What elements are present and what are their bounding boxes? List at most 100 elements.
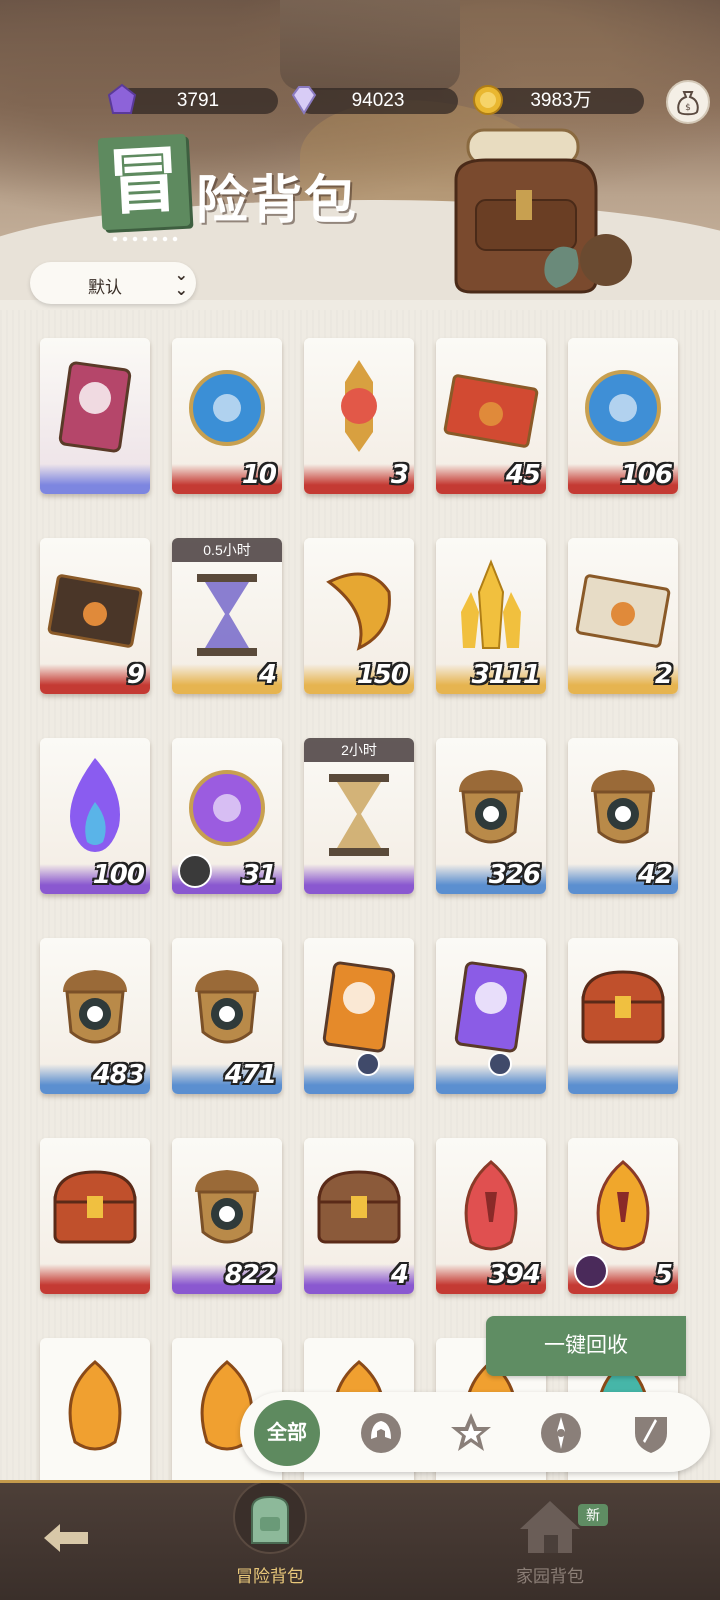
item-card-red-rune-gem[interactable]: 394 [436, 1138, 546, 1294]
item-count: 100 [92, 860, 145, 890]
helmet-filter-icon[interactable] [352, 1404, 410, 1462]
item-count: 394 [488, 1260, 541, 1290]
back-arrow-icon[interactable] [36, 1513, 96, 1563]
item-card-purple-trident-orb[interactable]: 31 [172, 738, 282, 894]
card-wave [40, 464, 150, 494]
acorn-diamond-icon [195, 1170, 259, 1244]
double-chevron-down-icon: ⌄ ⌄ [174, 267, 188, 299]
item-card-purple-helmet-ticket[interactable] [436, 938, 546, 1094]
item-card-gold-crystal[interactable]: 3111 [436, 538, 546, 694]
svg-text:$: $ [685, 103, 691, 113]
purple-crystal-icon [104, 82, 140, 118]
red-gem-medallion-icon [341, 360, 377, 452]
background-hut [280, 0, 460, 90]
sword-shield-filter-icon[interactable] [622, 1404, 680, 1462]
tab-home-bag[interactable]: 家园背包 [470, 1483, 630, 1600]
item-count: 9 [126, 660, 145, 690]
blue-orb-icon [189, 370, 265, 446]
item-card-acorn-diamond[interactable]: 822 [172, 1138, 282, 1294]
item-card-red-gem-medallion[interactable]: 3 [304, 338, 414, 494]
red-treasure-chest-2-icon [53, 1170, 137, 1244]
item-card-orange-helmet-ticket[interactable] [304, 938, 414, 1094]
item-card-ticket[interactable] [40, 338, 150, 494]
diamond-counter: 94023 [298, 88, 458, 114]
sort-label: 默认 [88, 278, 122, 297]
compass-filter-icon[interactable] [532, 1404, 590, 1462]
red-envelope-icon [443, 374, 539, 448]
item-card-dark-envelope[interactable]: 9 [40, 538, 150, 694]
item-count: 822 [224, 1260, 277, 1290]
red-treasure-chest-icon [581, 970, 665, 1044]
acorn-eye-icon [459, 770, 523, 844]
item-count: 10 [241, 460, 277, 490]
purple-trident-orb-icon [189, 770, 265, 846]
item-count: 4 [390, 1260, 409, 1290]
item-card-white-envelope[interactable]: 2 [568, 538, 678, 694]
title-badge: 冒 [97, 133, 191, 231]
item-card-red-treasure-chest[interactable] [568, 938, 678, 1094]
compass-icon [356, 1052, 380, 1076]
item-card-acorn-leaf[interactable]: 483 [40, 938, 150, 1094]
item-card-wooden-chest[interactable]: 4 [304, 1138, 414, 1294]
item-count: 45 [505, 460, 541, 490]
item-card-hourglass-purple[interactable]: 0.5小时 4 [172, 538, 282, 694]
item-card-red-treasure-chest-2[interactable] [40, 1138, 150, 1294]
diamond-value: 94023 [351, 90, 405, 111]
money-bag-icon[interactable]: $ [666, 80, 710, 124]
golden-croissant-icon [326, 572, 391, 651]
item-card-purple-flame[interactable]: 100 [40, 738, 150, 894]
item-count: 150 [356, 660, 409, 690]
orange-rune-1-icon [68, 1360, 122, 1451]
white-envelope-icon [575, 574, 671, 648]
item-count: 106 [620, 460, 673, 490]
puzzle-icon [178, 854, 212, 888]
card-wave [568, 1064, 678, 1094]
wooden-chest-icon [317, 1170, 401, 1244]
acorn-target-icon [591, 770, 655, 844]
recycle-button[interactable]: 一键回收 [486, 1316, 686, 1376]
backpack-illustration [446, 120, 646, 300]
star-badge-filter-icon[interactable] [442, 1404, 500, 1462]
item-count: 3 [390, 460, 409, 490]
title-first-char: 冒 [105, 140, 183, 224]
gold-crystal-icon [461, 559, 521, 649]
bottom-nav: 冒险背包 家园背包 [0, 1480, 720, 1600]
filter-all-button[interactable]: 全部 [254, 1400, 320, 1466]
acorn-star-icon [195, 970, 259, 1044]
tab-adventure-label: 冒险背包 [236, 1567, 304, 1586]
acorn-leaf-icon [63, 970, 127, 1044]
avatar [574, 1254, 608, 1288]
card-wave [304, 864, 414, 894]
dark-envelope-icon [47, 574, 143, 648]
item-count: 4 [258, 660, 277, 690]
tab-adventure-bag[interactable]: 冒险背包 [190, 1483, 350, 1600]
item-card-acorn-target[interactable]: 42 [568, 738, 678, 894]
blue-star-orb-icon [585, 370, 661, 446]
hourglass-gold-icon [329, 774, 389, 856]
purple-flame-icon [70, 758, 120, 852]
item-count: 326 [488, 860, 541, 890]
item-count: 2 [654, 660, 673, 690]
item-card-golden-croissant[interactable]: 150 [304, 538, 414, 694]
item-count: 3111 [471, 660, 541, 690]
tab-home-label: 家园背包 [516, 1567, 584, 1586]
item-card-blue-star-orb[interactable]: 106 [568, 338, 678, 494]
compass-icon [488, 1052, 512, 1076]
item-card-acorn-star[interactable]: 471 [172, 938, 282, 1094]
hourglass-purple-icon [197, 574, 257, 656]
item-timer: 0.5小时 [172, 538, 282, 562]
gold-coin-value: 3983万 [530, 90, 592, 111]
adventure-bag-icon [233, 1483, 307, 1554]
item-card-hourglass-gold[interactable]: 2小时 [304, 738, 414, 894]
item-card-red-envelope[interactable]: 45 [436, 338, 546, 494]
item-count: 483 [92, 1060, 145, 1090]
diamond-icon [286, 82, 322, 118]
item-card-orange-rune-1[interactable] [40, 1338, 150, 1480]
item-timer: 2小时 [304, 738, 414, 762]
sort-dropdown[interactable]: 默认 ⌄ ⌄ [30, 262, 196, 304]
purple-crystal-value: 3791 [176, 90, 220, 111]
item-card-gold-rune-gem[interactable]: 5 [568, 1138, 678, 1294]
item-card-acorn-eye[interactable]: 326 [436, 738, 546, 894]
item-card-blue-orb[interactable]: 10 [172, 338, 282, 494]
title-dots [110, 236, 180, 242]
